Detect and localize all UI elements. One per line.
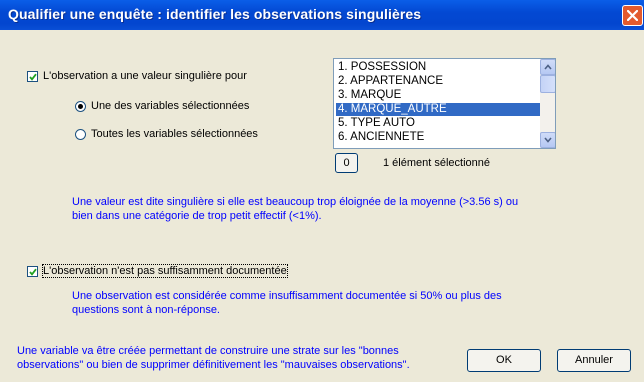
documented-info-line1: Une observation est considérée comme ins… (72, 290, 502, 302)
singular-value-checkbox[interactable] (27, 71, 38, 82)
cancel-button[interactable]: Annuler (557, 349, 631, 372)
list-item[interactable]: 2. APPARTENANCE (336, 75, 540, 88)
checkmark-icon (29, 73, 37, 81)
list-item[interactable]: 6. ANCIENNETE (336, 131, 540, 144)
footer-info-line2: observations" ou bien de supprimer défin… (17, 359, 410, 371)
radio-all-variables[interactable] (75, 129, 86, 140)
variables-listbox[interactable]: 1. POSSESSION 2. APPARTENANCE 3. MARQUE … (333, 58, 556, 149)
footer-info-line1: Une variable va être créée permettant de… (17, 345, 399, 357)
radio-one-variable-label: Une des variables sélectionnées (91, 100, 250, 112)
checkmark-icon (29, 268, 37, 276)
radio-selected-dot (78, 104, 83, 109)
listbox-scrollbar[interactable] (540, 59, 555, 148)
documented-checkbox[interactable] (27, 266, 38, 277)
list-item[interactable]: 5. TYPE AUTO (336, 117, 540, 130)
chevron-up-icon (544, 64, 552, 70)
title-bar: Qualifier une enquête : identifier les o… (0, 0, 644, 30)
scroll-down-button[interactable] (540, 132, 555, 148)
scroll-thumb[interactable] (540, 75, 555, 93)
dialog-window: Qualifier une enquête : identifier les o… (0, 0, 644, 382)
list-item-selected[interactable]: 4. MARQUE_AUTRE (336, 103, 540, 116)
window-title: Qualifier une enquête : identifier les o… (8, 6, 422, 22)
singular-info-line1: Une valeur est dite singulière si elle e… (72, 196, 519, 208)
list-item[interactable]: 3. MARQUE (336, 89, 540, 102)
documented-info-line2: questions sont à non-réponse. (72, 304, 220, 316)
radio-all-variables-label: Toutes les variables sélectionnées (91, 128, 258, 140)
radio-one-variable[interactable] (75, 101, 86, 112)
scroll-up-button[interactable] (540, 59, 555, 75)
singular-info-line2: bien dans une catégorie de trop petit ef… (72, 210, 322, 222)
singular-value-label: L'observation a une valeur singulière po… (43, 70, 247, 82)
documented-label: L'observation n'est pas suffisamment doc… (42, 264, 288, 278)
ok-button[interactable]: OK (467, 349, 541, 372)
close-icon (627, 10, 638, 21)
close-button[interactable] (622, 5, 643, 26)
selection-count: 1 élément sélectionné (383, 157, 491, 169)
list-item[interactable]: 1. POSSESSION (336, 61, 540, 74)
zero-button[interactable]: 0 (335, 153, 358, 173)
chevron-down-icon (544, 137, 552, 143)
